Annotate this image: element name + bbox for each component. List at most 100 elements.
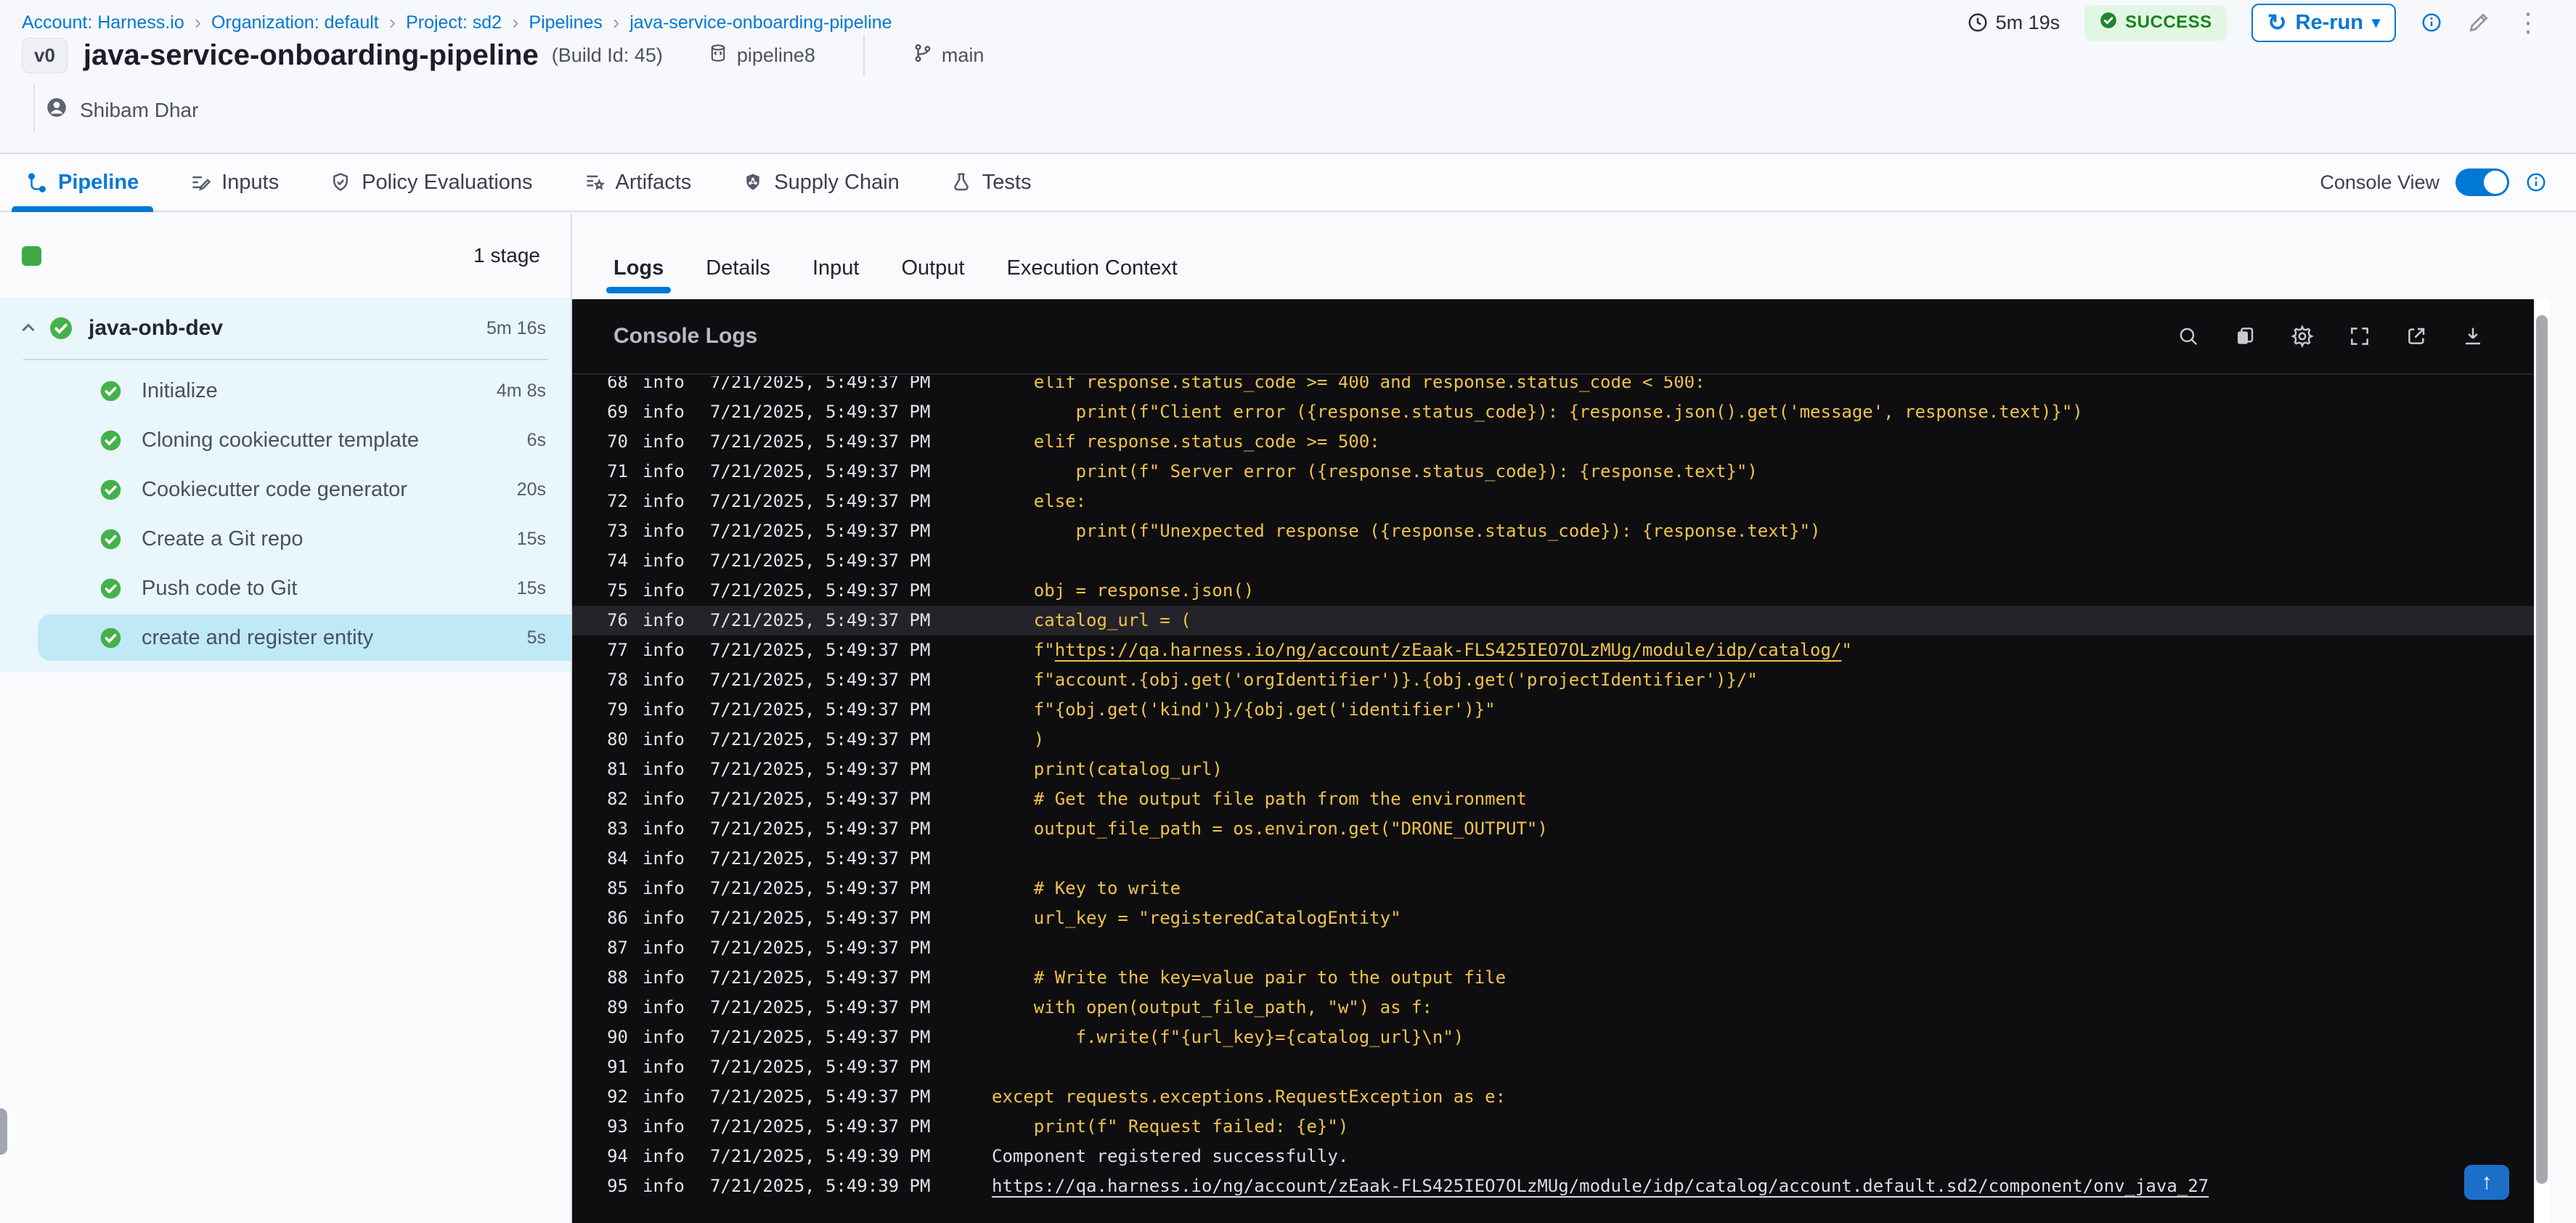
console-title: Console Logs [614, 324, 758, 348]
tab-input[interactable]: Input [812, 256, 860, 280]
main-tabs: Pipeline Inputs Policy Evaluations Artifact… [11, 154, 1077, 212]
info-icon[interactable] [2525, 171, 2547, 193]
step-push-code-to-git[interactable]: Push code to Git 15s [0, 564, 571, 613]
log-text: print(f" Server error ({response.status_… [992, 461, 1758, 482]
tab-inputs[interactable]: Inputs [185, 154, 283, 211]
line-number: 93 [607, 1116, 628, 1137]
log-timestamp: 7/21/2025, 5:49:37 PM [710, 1057, 931, 1077]
log-text: Component registered successfully. [992, 1146, 1349, 1166]
line-number: 74 [607, 550, 628, 571]
step-initialize[interactable]: Initialize 4m 8s [0, 366, 571, 415]
fullscreen-icon[interactable] [2348, 325, 2371, 348]
branch-label: main [941, 44, 985, 66]
tab-details[interactable]: Details [706, 256, 770, 280]
stage-row[interactable]: java-onb-dev 5m 16s [0, 298, 571, 359]
log-level: info [643, 376, 685, 392]
step-duration: 15s [516, 577, 546, 598]
step-label: create and register entity [142, 625, 374, 649]
log-row-82: 82 info 7/21/2025, 5:49:37 PM # Get the ou… [572, 784, 2534, 814]
left-scroll-handle[interactable] [0, 1108, 7, 1155]
line-number: 70 [607, 431, 628, 452]
pipeline-icon [26, 171, 48, 193]
crumb-organization-default[interactable]: Organization: default [211, 12, 379, 33]
console-scrollbar[interactable] [2534, 299, 2550, 1223]
version-badge: v0 [22, 37, 68, 73]
log-level: info [643, 759, 685, 779]
log-timestamp: 7/21/2025, 5:49:37 PM [710, 550, 931, 571]
stage-duration: 5m 16s [486, 317, 546, 338]
step-cookiecutter-code-generator[interactable]: Cookiecutter code generator 20s [0, 465, 571, 514]
app-root: Account: Harness.io › Organization: defaul… [0, 0, 2576, 1223]
log-row-77: 77 info 7/21/2025, 5:49:37 PM f"https://qa… [572, 635, 2534, 665]
step-label: Create a Git repo [142, 527, 303, 550]
branch-ref: main [913, 43, 985, 68]
breadcrumb: Account: Harness.io › Organization: defaul… [22, 11, 892, 34]
git-branch-icon [913, 43, 933, 68]
log-text: print(f"Client error ({response.status_c… [992, 402, 2083, 422]
log-row-75: 75 info 7/21/2025, 5:49:37 PM obj = respon… [572, 576, 2534, 606]
settings-icon[interactable] [2290, 324, 2315, 349]
caret-down-icon[interactable]: ▾ [2372, 13, 2380, 32]
breadcrumb-separator: › [512, 11, 519, 33]
console-view-toggle[interactable] [2455, 168, 2509, 196]
log-row-80: 80 info 7/21/2025, 5:49:37 PM ) [572, 725, 2534, 755]
log-level: info [643, 1057, 685, 1077]
tab-supply-chain[interactable]: Supply Chain [738, 154, 904, 211]
tab-tests[interactable]: Tests [946, 154, 1036, 211]
log-row-79: 79 info 7/21/2025, 5:49:37 PM f"{obj.get('… [572, 695, 2534, 725]
log-row-95: 95 info 7/21/2025, 5:49:39 PM https://qa.ha… [572, 1171, 2534, 1201]
log-row-88: 88 info 7/21/2025, 5:49:37 PM # Write the … [572, 963, 2534, 993]
log-area: 68 info 7/21/2025, 5:49:37 PM elif respons… [572, 376, 2534, 1223]
log-link[interactable]: https://qa.harness.io/ng/account/zEaak-F… [1055, 640, 1842, 660]
log-text: # Key to write [992, 878, 1181, 898]
step-create-a-git-repo[interactable]: Create a Git repo 15s [0, 514, 571, 564]
line-number: 90 [607, 1027, 628, 1047]
scroll-to-top-button[interactable]: ↑ [2464, 1165, 2509, 1200]
console-header: Console Logs [572, 299, 2550, 375]
tab-output[interactable]: Output [901, 256, 964, 280]
log-level: info [643, 967, 685, 988]
crumb-project-sd2[interactable]: Project: sd2 [406, 12, 502, 33]
tab-pipeline[interactable]: Pipeline [11, 154, 154, 212]
more-icon[interactable]: ⋮ [2515, 7, 2541, 38]
tab-policy-evaluations[interactable]: Policy Evaluations [325, 154, 537, 211]
log-level: info [643, 818, 685, 839]
step-duration: 6s [526, 429, 546, 450]
download-icon[interactable] [2461, 325, 2485, 348]
tab-execution-context[interactable]: Execution Context [1007, 256, 1178, 280]
step-label: Cloning cookiecutter template [142, 428, 420, 452]
line-number: 75 [607, 580, 628, 601]
shield-check-icon [330, 171, 351, 193]
search-icon[interactable] [2177, 325, 2200, 348]
crumb-java-service-onboarding-pipeline[interactable]: java-service-onboarding-pipeline [629, 12, 892, 33]
tab-label: Pipeline [58, 170, 139, 194]
success-check-icon [99, 478, 123, 502]
log-timestamp: 7/21/2025, 5:49:37 PM [710, 431, 931, 452]
log-row-86: 86 info 7/21/2025, 5:49:37 PM url_key = "r… [572, 903, 2534, 933]
copy-icon[interactable] [2233, 325, 2257, 348]
scrollbar-thumb[interactable] [2536, 315, 2548, 1184]
database-icon [708, 43, 728, 68]
line-number: 86 [607, 908, 628, 928]
crumb-pipelines[interactable]: Pipelines [529, 12, 602, 33]
edit-icon[interactable] [2467, 11, 2490, 34]
stage-name: java-onb-dev [89, 316, 224, 340]
chevron-up-icon[interactable] [17, 317, 39, 339]
info-icon[interactable] [2421, 12, 2442, 33]
log-timestamp: 7/21/2025, 5:49:37 PM [710, 759, 931, 779]
clock-icon [1967, 12, 1989, 33]
tab-artifacts[interactable]: Artifacts [579, 154, 696, 211]
log-link[interactable]: https://qa.harness.io/ng/account/zEaak-F… [992, 1176, 2209, 1196]
page-title: java-service-onboarding-pipeline [83, 38, 539, 71]
stage-status-square [22, 245, 41, 266]
line-number: 77 [607, 640, 628, 660]
tab-logs[interactable]: Logs [606, 256, 672, 293]
crumb-account-harness-io[interactable]: Account: Harness.io [22, 12, 184, 33]
log-timestamp: 7/21/2025, 5:49:37 PM [710, 461, 931, 482]
breadcrumb-separator: › [194, 11, 202, 33]
step-cloning-cookiecutter-template[interactable]: Cloning cookiecutter template 6s [0, 415, 571, 465]
step-create-and-register-entity[interactable]: create and register entity 5s [0, 613, 571, 662]
log-text: with open(output_file_path, "w") as f: [992, 997, 1432, 1017]
step-duration: 4m 8s [496, 380, 546, 401]
open-in-new-icon[interactable] [2405, 325, 2428, 348]
